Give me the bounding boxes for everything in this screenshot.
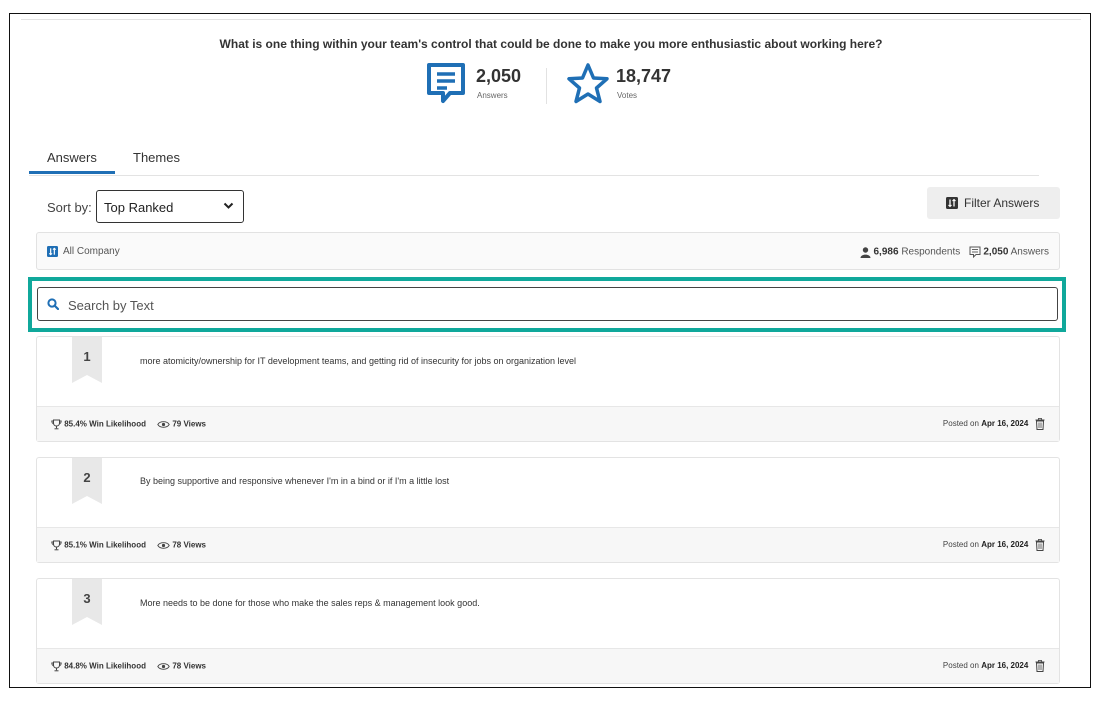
posted-label: Posted on <box>942 419 979 429</box>
trophy-icon <box>51 661 62 672</box>
person-icon <box>860 246 871 258</box>
answer-card[interactable]: 1 more atomicity/ownership for IT develo… <box>36 336 1060 442</box>
scope-answers-count: 2,050 <box>983 246 1009 258</box>
filter-sort-icon[interactable] <box>47 246 58 257</box>
filter-answers-button[interactable]: Filter Answers <box>927 187 1060 219</box>
answer-card[interactable]: 2 By being supportive and responsive whe… <box>36 457 1060 563</box>
answer-metrics: 85.4% Win Likelihood 79 Views <box>51 419 206 430</box>
posted-info: Posted on Apr 16, 2024 <box>943 539 1045 551</box>
posted-label: Posted on <box>942 540 979 550</box>
respondents-count: 6,986 <box>873 246 899 258</box>
views-label: Views <box>183 419 207 429</box>
scope-bar: All Company 6,986 Respondents 2,050 Answ… <box>36 232 1060 270</box>
rank-ribbon: 2 <box>72 458 102 504</box>
tab-bar: Answers Themes <box>29 147 1039 176</box>
eye-icon <box>157 663 170 670</box>
trophy-icon <box>51 540 62 551</box>
win-likelihood-label: Win Likelihood <box>89 661 146 671</box>
answers-count-label: Answers <box>477 91 508 100</box>
respondents-label: Respondents <box>901 246 961 258</box>
win-likelihood-value: 85.4% <box>64 419 87 429</box>
answer-footer: 85.4% Win Likelihood 79 Views Posted on … <box>37 406 1059 441</box>
sort-label: Sort by: <box>47 200 92 215</box>
rank-ribbon: 1 <box>72 337 102 383</box>
posted-info: Posted on Apr 16, 2024 <box>943 660 1045 672</box>
views-label: Views <box>183 661 207 671</box>
answer-text: By being supportive and responsive whene… <box>140 476 450 486</box>
posted-date: Apr 16, 2024 <box>981 661 1029 671</box>
filter-answers-label: Filter Answers <box>964 196 1040 210</box>
filter-sort-icon <box>946 197 958 209</box>
active-tab-indicator <box>29 171 115 174</box>
views-count: 79 <box>172 419 182 429</box>
win-likelihood-label: Win Likelihood <box>89 419 146 429</box>
answer-metrics: 84.8% Win Likelihood 78 Views <box>51 661 206 672</box>
posted-info: Posted on Apr 16, 2024 <box>943 418 1045 430</box>
speech-bubble-icon <box>427 63 465 103</box>
star-icon <box>567 63 609 104</box>
sort-selected-value: Top Ranked <box>104 200 174 215</box>
chevron-down-icon <box>223 202 234 209</box>
answer-text: more atomicity/ownership for IT developm… <box>140 356 577 366</box>
trash-icon[interactable] <box>1035 418 1045 430</box>
answer-card[interactable]: 3 More needs to be done for those who ma… <box>36 578 1060 684</box>
tab-themes[interactable]: Themes <box>133 150 180 165</box>
votes-count: 18,747 <box>616 66 672 86</box>
answer-footer: 85.1% Win Likelihood 78 Views Posted on … <box>37 527 1059 562</box>
trash-icon[interactable] <box>1035 660 1045 672</box>
sort-dropdown[interactable]: Top Ranked <box>96 190 244 223</box>
trophy-icon <box>51 419 62 430</box>
search-highlight-frame <box>28 277 1066 332</box>
top-divider <box>21 19 1081 20</box>
eye-icon <box>157 542 170 549</box>
eye-icon <box>157 421 170 428</box>
rank-number: 2 <box>83 470 91 485</box>
posted-label: Posted on <box>942 661 979 671</box>
tab-answers[interactable]: Answers <box>47 150 97 165</box>
stats-bar: 2,050 Answers 18,747 Votes <box>0 60 1102 110</box>
answer-metrics: 85.1% Win Likelihood 78 Views <box>51 540 206 551</box>
answer-footer: 84.8% Win Likelihood 78 Views Posted on … <box>37 648 1059 683</box>
win-likelihood-value: 85.1% <box>64 540 87 550</box>
answers-count: 2,050 <box>476 66 522 86</box>
trash-icon[interactable] <box>1035 539 1045 551</box>
rank-number: 3 <box>83 591 91 606</box>
speech-bubble-icon <box>969 246 981 258</box>
win-likelihood-value: 84.8% <box>64 661 87 671</box>
stats-divider <box>546 68 547 104</box>
scope-name[interactable]: All Company <box>63 246 120 257</box>
win-likelihood-label: Win Likelihood <box>89 540 146 550</box>
views-count: 78 <box>172 540 182 550</box>
views-count: 78 <box>172 661 182 671</box>
scope-answers-label: Answers <box>1010 246 1049 258</box>
posted-date: Apr 16, 2024 <box>981 540 1029 550</box>
scope-summary: 6,986 Respondents 2,050 Answers <box>860 246 1049 258</box>
posted-date: Apr 16, 2024 <box>981 419 1029 429</box>
answer-text: More needs to be done for those who make… <box>140 598 480 608</box>
votes-count-label: Votes <box>617 91 638 100</box>
rank-number: 1 <box>83 349 91 364</box>
rank-ribbon: 3 <box>72 579 102 625</box>
question-title: What is one thing within your team's con… <box>219 37 883 51</box>
views-label: Views <box>183 540 207 550</box>
